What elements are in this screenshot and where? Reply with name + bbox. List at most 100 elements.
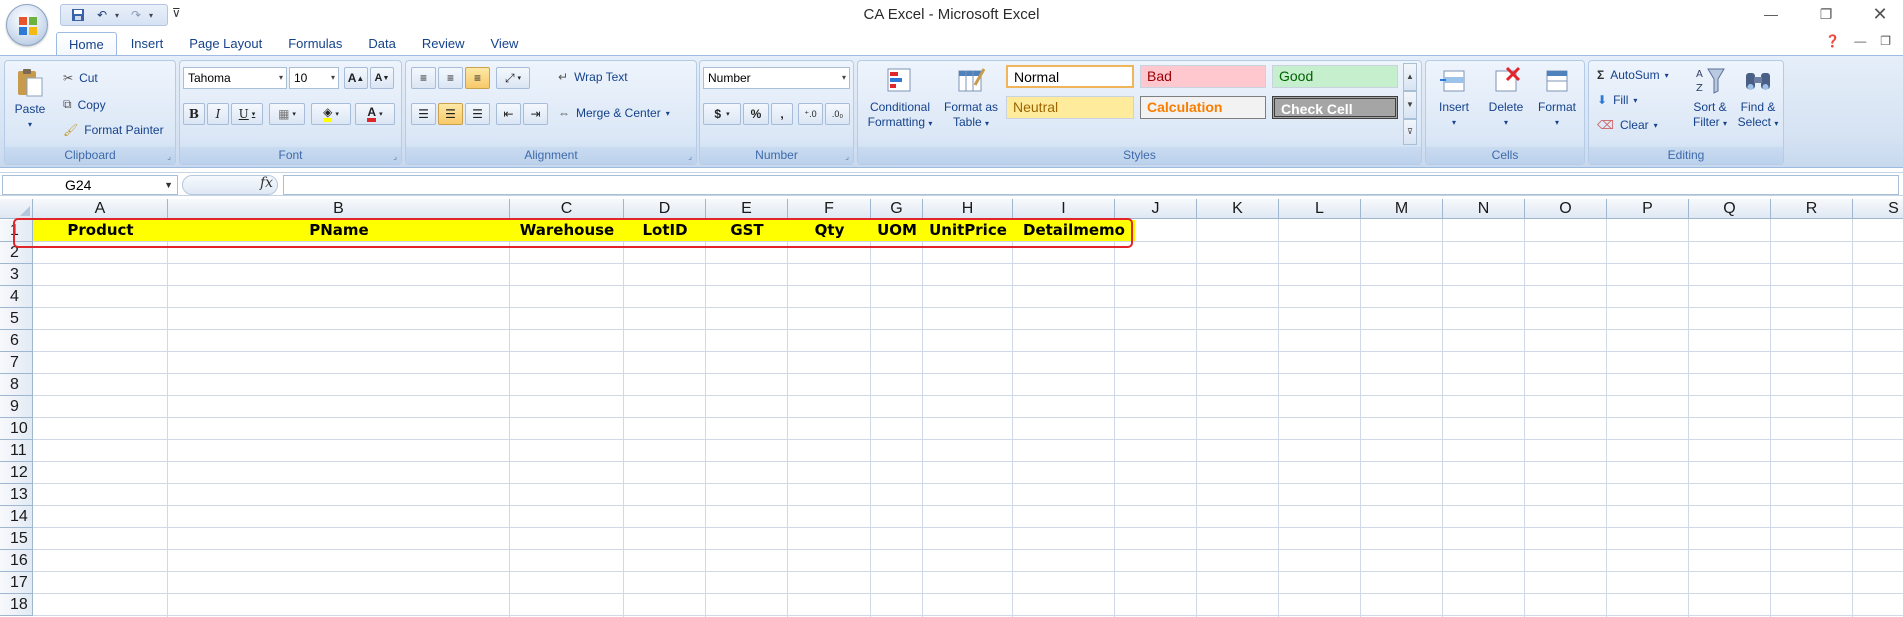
- style-calculation[interactable]: Calculation: [1140, 96, 1266, 119]
- ribbon-minimize-icon[interactable]: —: [1854, 34, 1866, 48]
- tab-formulas[interactable]: Formulas: [276, 32, 354, 56]
- close-icon[interactable]: ✕: [1860, 2, 1900, 26]
- font-launcher-icon[interactable]: ⌟: [393, 152, 397, 161]
- font-size-combo[interactable]: 10 ▾: [289, 67, 339, 89]
- cut-button[interactable]: ✂ Cut: [63, 71, 98, 85]
- tab-data[interactable]: Data: [356, 32, 407, 56]
- styles-more[interactable]: ⊽: [1403, 119, 1417, 145]
- alignment-launcher-icon[interactable]: ⌟: [688, 152, 692, 161]
- insert-cells-button[interactable]: Insert ▾: [1430, 65, 1478, 130]
- column-header-q[interactable]: Q: [1689, 199, 1771, 219]
- tab-page-layout[interactable]: Page Layout: [177, 32, 274, 56]
- minimize-icon[interactable]: —: [1751, 2, 1791, 26]
- row-header-5[interactable]: 5: [0, 308, 33, 330]
- align-top-button[interactable]: ≡: [411, 67, 436, 89]
- column-header-b[interactable]: B: [168, 199, 510, 219]
- style-good[interactable]: Good: [1272, 65, 1398, 88]
- sort-filter-button[interactable]: A Z Sort & Filter ▾: [1687, 65, 1733, 131]
- borders-button[interactable]: ▦ ▾: [269, 103, 305, 125]
- bold-button[interactable]: B: [183, 103, 205, 125]
- increase-indent-button[interactable]: ⇥: [523, 103, 548, 125]
- number-format-combo[interactable]: Number ▾: [703, 67, 850, 89]
- column-header-p[interactable]: P: [1607, 199, 1689, 219]
- column-header-m[interactable]: M: [1361, 199, 1443, 219]
- row-header-14[interactable]: 14: [0, 506, 33, 528]
- restore-icon[interactable]: ❐: [1806, 2, 1846, 26]
- row-header-8[interactable]: 8: [0, 374, 33, 396]
- style-check-cell[interactable]: Check Cell: [1272, 96, 1398, 119]
- column-header-l[interactable]: L: [1279, 199, 1361, 219]
- tab-insert[interactable]: Insert: [119, 32, 176, 56]
- align-center-button[interactable]: ☰: [438, 103, 463, 125]
- increase-decimal-button[interactable]: ⁺.0: [798, 103, 823, 125]
- column-header-o[interactable]: O: [1525, 199, 1607, 219]
- font-name-combo[interactable]: Tahoma ▾: [183, 67, 287, 89]
- row-header-11[interactable]: 11: [0, 440, 33, 462]
- styles-scroll-down[interactable]: ▼: [1403, 91, 1417, 119]
- number-launcher-icon[interactable]: ⌟: [845, 152, 849, 161]
- comma-button[interactable]: ,: [771, 103, 793, 125]
- italic-button[interactable]: I: [207, 103, 229, 125]
- select-all-corner[interactable]: [0, 199, 33, 219]
- column-header-a[interactable]: A: [33, 199, 168, 219]
- delete-cells-button[interactable]: Delete ▾: [1482, 65, 1530, 130]
- currency-button[interactable]: $ ▾: [703, 103, 741, 125]
- column-header-k[interactable]: K: [1197, 199, 1279, 219]
- row-header-6[interactable]: 6: [0, 330, 33, 352]
- format-as-table-button[interactable]: Format as Table ▾: [938, 65, 1004, 131]
- decrease-decimal-button[interactable]: .0₀: [825, 103, 850, 125]
- align-middle-button[interactable]: ≡: [438, 67, 463, 89]
- row-header-15[interactable]: 15: [0, 528, 33, 550]
- column-header-c[interactable]: C: [510, 199, 624, 219]
- decrease-indent-button[interactable]: ⇤: [496, 103, 521, 125]
- percent-button[interactable]: %: [743, 103, 769, 125]
- paste-button[interactable]: Paste ▾: [11, 67, 49, 132]
- align-right-button[interactable]: ☰: [465, 103, 490, 125]
- style-bad[interactable]: Bad: [1140, 65, 1266, 88]
- conditional-formatting-button[interactable]: Conditional Formatting ▾: [864, 65, 936, 131]
- worksheet-grid[interactable]: ABCDEFGHIJKLMNOPQRS 1 2 3 4 5 6 7 8 9 10 11 12 13 14 1…: [0, 199, 1903, 617]
- font-color-button[interactable]: A ▾: [355, 103, 395, 125]
- column-header-h[interactable]: H: [923, 199, 1013, 219]
- align-bottom-button[interactable]: ≡: [465, 67, 490, 89]
- copy-button[interactable]: ⧉ Copy: [63, 97, 106, 112]
- office-button[interactable]: [6, 4, 48, 46]
- tab-view[interactable]: View: [479, 32, 531, 56]
- style-normal[interactable]: Normal: [1006, 65, 1134, 88]
- help-icon[interactable]: ❓: [1825, 34, 1840, 48]
- row-header-17[interactable]: 17: [0, 572, 33, 594]
- column-header-f[interactable]: F: [788, 199, 871, 219]
- tab-review[interactable]: Review: [410, 32, 477, 56]
- column-header-e[interactable]: E: [706, 199, 788, 219]
- clear-button[interactable]: ⌫ Clear ▾: [1597, 118, 1658, 132]
- column-header-i[interactable]: I: [1013, 199, 1115, 219]
- grow-font-button[interactable]: A ▲: [344, 67, 368, 89]
- fill-button[interactable]: ⬇ Fill ▾: [1597, 93, 1637, 107]
- column-header-d[interactable]: D: [624, 199, 706, 219]
- wrap-text-button[interactable]: ↵ Wrap Text: [558, 70, 628, 84]
- fill-color-button[interactable]: ◈ ▾: [311, 103, 351, 125]
- row-header-3[interactable]: 3: [0, 264, 33, 286]
- name-box[interactable]: G24 ▼: [2, 175, 178, 195]
- column-header-n[interactable]: N: [1443, 199, 1525, 219]
- format-cells-button[interactable]: Format ▾: [1532, 65, 1582, 130]
- ribbon-restore-icon[interactable]: ❐: [1880, 34, 1891, 48]
- column-header-r[interactable]: R: [1771, 199, 1853, 219]
- find-select-button[interactable]: Find & Select ▾: [1735, 65, 1781, 131]
- format-painter-button[interactable]: 🖌 Format Painter: [63, 123, 164, 137]
- row-header-9[interactable]: 9: [0, 396, 33, 418]
- clipboard-launcher-icon[interactable]: ⌟: [167, 152, 171, 161]
- shrink-font-button[interactable]: A ▼: [370, 67, 394, 89]
- insert-function-icon[interactable]: fx: [260, 175, 273, 191]
- underline-button[interactable]: U ▾: [231, 103, 263, 125]
- row-header-18[interactable]: 18: [0, 594, 33, 616]
- row-header-4[interactable]: 4: [0, 286, 33, 308]
- row-header-7[interactable]: 7: [0, 352, 33, 374]
- orientation-button[interactable]: ⤢ ▾: [496, 67, 530, 89]
- align-left-button[interactable]: ☰: [411, 103, 436, 125]
- merge-center-button[interactable]: ⇔ Merge & Center ▾: [558, 106, 670, 120]
- autosum-button[interactable]: Σ AutoSum ▾: [1597, 68, 1669, 82]
- row-header-16[interactable]: 16: [0, 550, 33, 572]
- style-neutral[interactable]: Neutral: [1006, 96, 1134, 119]
- row-header-12[interactable]: 12: [0, 462, 33, 484]
